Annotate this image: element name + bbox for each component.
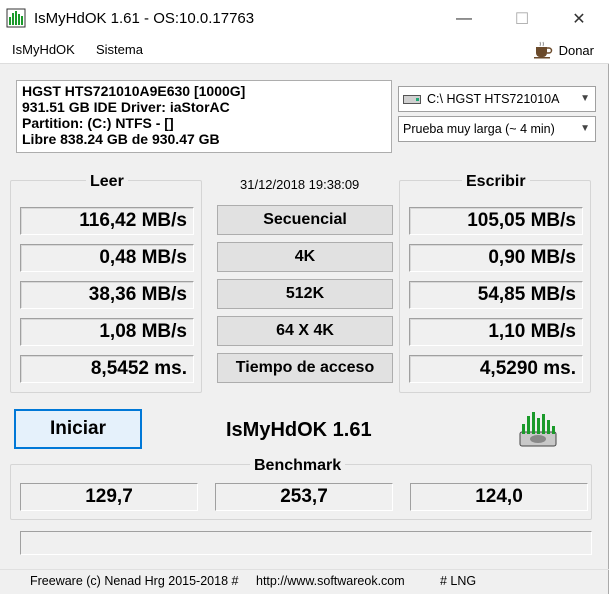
access-time-test-button[interactable]: Tiempo de acceso xyxy=(217,353,393,383)
write-access-time-value: 4,5290 ms. xyxy=(409,355,583,383)
start-button[interactable]: Iniciar xyxy=(14,409,142,449)
language-link[interactable]: # LNG xyxy=(440,574,476,588)
read-512k-value: 38,36 MB/s xyxy=(20,281,194,309)
4k-test-button[interactable]: 4K xyxy=(217,242,393,272)
app-name-label: IsMyHdOK 1.61 xyxy=(226,419,372,441)
minimize-button[interactable]: — xyxy=(435,0,493,38)
drive-model: HGST HTS721010A9E630 [1000G] xyxy=(22,83,246,99)
read-sequential-value: 116,42 MB/s xyxy=(20,207,194,235)
menu-bar: IsMyHdOK Sistema Donar xyxy=(0,38,609,64)
drive-free-space: Libre 838.24 GB de 930.47 GB xyxy=(22,131,220,147)
chevron-down-icon: ▼ xyxy=(580,93,590,104)
app-window: IsMyHdOK 1.61 - OS:10.0.17763 — ☐ ✕ IsMy… xyxy=(0,0,609,594)
test-datetime: 31/12/2018 19:38:09 xyxy=(240,177,360,192)
benchmark-write-value: 124,0 xyxy=(410,483,588,511)
app-icon xyxy=(6,8,26,28)
read-64x4k-value: 1,08 MB/s xyxy=(20,318,194,346)
freeware-text: Freeware (c) Nenad Hrg 2015-2018 # xyxy=(30,574,239,588)
benchmark-read-value: 129,7 xyxy=(20,483,198,511)
read-label: Leer xyxy=(86,173,128,191)
drive-icon xyxy=(403,95,421,104)
64x4k-test-button[interactable]: 64 X 4K xyxy=(217,316,393,346)
write-4k-value: 0,90 MB/s xyxy=(409,244,583,272)
drive-partition: Partition: (C:) NTFS - [] xyxy=(22,115,174,131)
hdd-logo-icon xyxy=(519,412,557,447)
write-sequential-value: 105,05 MB/s xyxy=(409,207,583,235)
chevron-down-icon: ▼ xyxy=(580,123,590,134)
512k-test-button[interactable]: 512K xyxy=(217,279,393,309)
menu-sistema[interactable]: Sistema xyxy=(96,42,143,57)
read-access-time-value: 8,5452 ms. xyxy=(20,355,194,383)
drive-select-value: C:\ HGST HTS721010A xyxy=(427,92,560,106)
drive-info-box: HGST HTS721010A9E630 [1000G] 931.51 GB I… xyxy=(16,80,392,153)
test-duration-value: Prueba muy larga (~ 4 min) xyxy=(403,122,555,136)
donate-label: Donar xyxy=(558,42,594,58)
status-bar: Freeware (c) Nenad Hrg 2015-2018 # http:… xyxy=(0,569,609,591)
write-64x4k-value: 1,10 MB/s xyxy=(409,318,583,346)
benchmark-label: Benchmark xyxy=(250,457,346,475)
close-button[interactable]: ✕ xyxy=(550,0,608,38)
write-label: Escribir xyxy=(462,173,530,191)
maximize-button[interactable]: ☐ xyxy=(493,0,551,38)
read-4k-value: 0,48 MB/s xyxy=(20,244,194,272)
menu-ismyhdok[interactable]: IsMyHdOK xyxy=(12,42,75,57)
drive-select[interactable]: C:\ HGST HTS721010A ▼ xyxy=(398,86,596,112)
progress-bar xyxy=(20,531,592,555)
benchmark-total-value: 253,7 xyxy=(215,483,393,511)
test-duration-select[interactable]: Prueba muy larga (~ 4 min) ▼ xyxy=(398,116,596,142)
title-bar: IsMyHdOK 1.61 - OS:10.0.17763 — ☐ ✕ xyxy=(0,0,609,38)
website-link[interactable]: http://www.softwareok.com xyxy=(256,574,405,588)
sequential-test-button[interactable]: Secuencial xyxy=(217,205,393,235)
donate-button[interactable]: Donar xyxy=(533,41,594,59)
write-512k-value: 54,85 MB/s xyxy=(409,281,583,309)
coffee-cup-icon xyxy=(533,41,552,59)
window-title: IsMyHdOK 1.61 - OS:10.0.17763 xyxy=(34,10,255,27)
drive-size-driver: 931.51 GB IDE Driver: iaStorAC xyxy=(22,99,230,115)
